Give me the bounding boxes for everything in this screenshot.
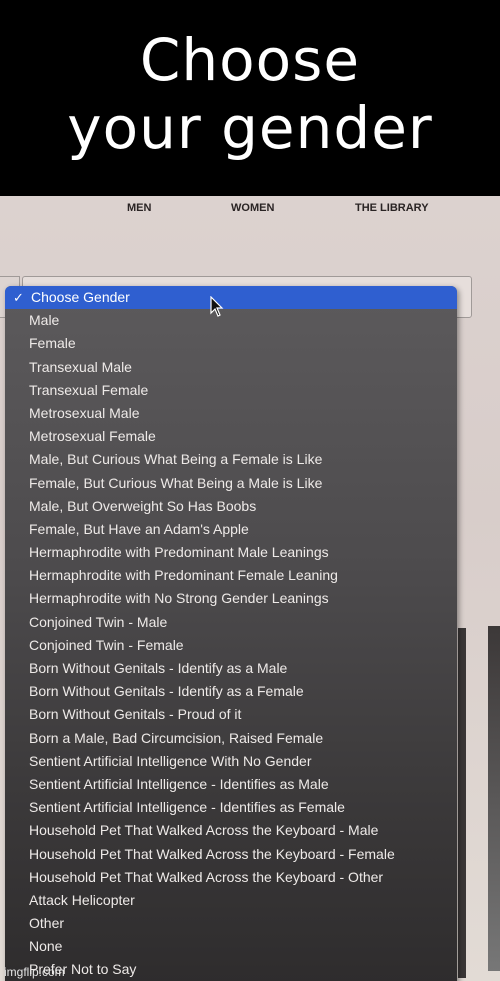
option-label: Hermaphrodite with Predominant Male Lean… xyxy=(29,544,329,561)
dropdown-option[interactable]: Male, But Overweight So Has Boobs xyxy=(5,495,457,518)
nav-link-women[interactable]: WOMEN xyxy=(231,202,274,214)
option-label: None xyxy=(29,938,63,955)
watermark: imgflip.com xyxy=(4,965,65,979)
dropdown-option[interactable]: Born Without Genitals - Proud of it xyxy=(5,703,457,726)
site-nav: MEN WOMEN THE LIBRARY xyxy=(0,202,500,222)
dropdown-option[interactable]: Hermaphrodite with No Strong Gender Lean… xyxy=(5,587,457,610)
option-label: Hermaphrodite with No Strong Gender Lean… xyxy=(29,590,329,607)
option-label: Female, But Have an Adam's Apple xyxy=(29,520,249,537)
option-label: Metrosexual Female xyxy=(29,428,156,445)
option-label: Household Pet That Walked Across the Key… xyxy=(29,868,384,885)
option-label: Born Without Genitals - Identify as a Fe… xyxy=(29,683,304,700)
dropdown-option[interactable]: Metrosexual Female xyxy=(5,425,457,448)
dropdown-option[interactable]: Male xyxy=(5,309,457,332)
dropdown-option[interactable]: Hermaphrodite with Predominant Female Le… xyxy=(5,564,457,587)
meme-caption: Choose your gender xyxy=(0,0,500,196)
gender-dropdown-menu[interactable]: ✓ Choose Gender Male Female Transexual Male T… xyxy=(5,286,457,981)
option-label: Sentient Artificial Intelligence - Ident… xyxy=(29,775,329,792)
dropdown-option[interactable]: Conjoined Twin - Male xyxy=(5,611,457,634)
page-side-image xyxy=(488,626,500,971)
option-label: Household Pet That Walked Across the Key… xyxy=(29,845,395,862)
dropdown-option[interactable]: Household Pet That Walked Across the Key… xyxy=(5,843,457,866)
option-label: Metrosexual Male xyxy=(29,404,140,421)
option-label: Born a Male, Bad Circumcision, Raised Fe… xyxy=(29,729,324,746)
dropdown-option[interactable]: Conjoined Twin - Female xyxy=(5,634,457,657)
dropdown-option[interactable]: Hermaphrodite with Predominant Male Lean… xyxy=(5,541,457,564)
option-label: Household Pet That Walked Across the Key… xyxy=(29,822,379,839)
option-label: Male, But Curious What Being a Female is… xyxy=(29,451,323,468)
option-label: Attack Helicopter xyxy=(29,891,135,908)
option-label: Hermaphrodite with Predominant Female Le… xyxy=(29,567,338,584)
nav-link-the-library[interactable]: THE LIBRARY xyxy=(355,202,429,214)
option-label: Conjoined Twin - Female xyxy=(29,636,184,653)
dropdown-option[interactable]: Female, But Have an Adam's Apple xyxy=(5,518,457,541)
dropdown-option[interactable]: Female xyxy=(5,332,457,355)
option-label: Choose Gender xyxy=(31,289,130,305)
option-label: Sentient Artificial Intelligence - Ident… xyxy=(29,799,345,816)
dropdown-option[interactable]: Attack Helicopter xyxy=(5,889,457,912)
screen-photo: MEN WOMEN THE LIBRARY ...fying ✓Choose G… xyxy=(0,196,500,981)
dropdown-option[interactable]: Household Pet That Walked Across the Key… xyxy=(5,866,457,889)
page-panel-edge xyxy=(458,628,466,978)
option-label: Transexual Male xyxy=(29,358,132,375)
option-label: Born Without Genitals - Identify as a Ma… xyxy=(29,660,288,676)
dropdown-option[interactable]: Female, But Curious What Being a Male is… xyxy=(5,472,457,495)
option-label: Male xyxy=(29,312,60,329)
option-label: Conjoined Twin - Male xyxy=(29,613,168,630)
option-label: Transexual Female xyxy=(29,381,149,398)
option-label: Sentient Artificial Intelligence With No… xyxy=(29,752,312,769)
dropdown-option[interactable]: Born Without Genitals - Identify as a Fe… xyxy=(5,680,457,703)
dropdown-option[interactable]: Prefer Not to Say xyxy=(5,958,457,981)
dropdown-option[interactable]: Transexual Male xyxy=(5,356,457,379)
dropdown-option[interactable]: Other xyxy=(5,912,457,935)
checkmark-icon: ✓ xyxy=(13,290,24,305)
dropdown-option[interactable]: None xyxy=(5,935,457,958)
option-label: Female xyxy=(29,335,76,352)
option-label: Female, But Curious What Being a Male is… xyxy=(29,474,323,491)
dropdown-option[interactable]: Sentient Artificial Intelligence With No… xyxy=(5,750,457,773)
nav-link-men[interactable]: MEN xyxy=(127,202,151,214)
option-label: Born Without Genitals - Proud of it xyxy=(29,706,242,723)
caption-line-2: your gender xyxy=(67,94,433,162)
dropdown-option[interactable]: Metrosexual Male xyxy=(5,402,457,425)
dropdown-option-selected[interactable]: ✓ Choose Gender xyxy=(5,286,457,310)
caption-line-1: Choose xyxy=(139,26,361,94)
dropdown-option[interactable]: Born Without Genitals - Identify as a Ma… xyxy=(5,657,457,680)
dropdown-option[interactable]: Transexual Female xyxy=(5,379,457,402)
dropdown-option[interactable]: Sentient Artificial Intelligence - Ident… xyxy=(5,773,457,796)
dropdown-option[interactable]: Male, But Curious What Being a Female is… xyxy=(5,448,457,471)
option-label: Other xyxy=(29,915,65,932)
dropdown-option[interactable]: Born a Male, Bad Circumcision, Raised Fe… xyxy=(5,727,457,750)
dropdown-option[interactable]: Household Pet That Walked Across the Key… xyxy=(5,819,457,842)
option-label: Male, But Overweight So Has Boobs xyxy=(29,497,257,514)
mouse-pointer-icon xyxy=(210,296,224,317)
dropdown-option[interactable]: Sentient Artificial Intelligence - Ident… xyxy=(5,796,457,819)
